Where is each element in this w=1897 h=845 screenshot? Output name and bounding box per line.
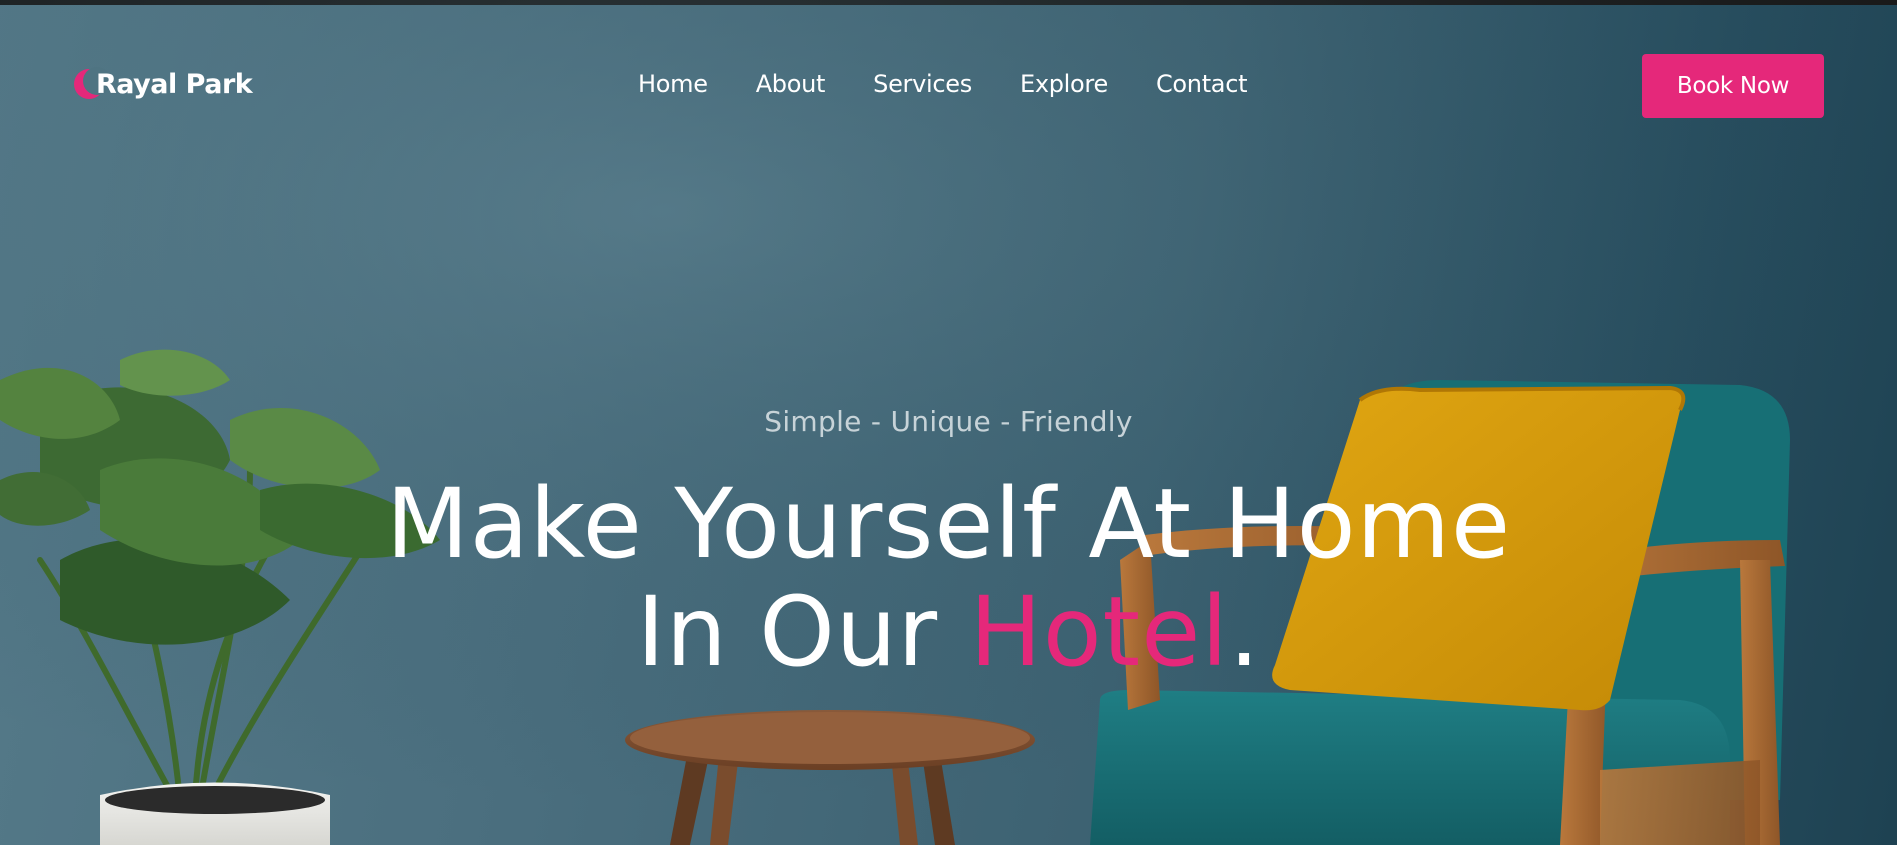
headline-line-1: Make Yourself At Home xyxy=(385,468,1512,580)
hero-headline: Make Yourself At Home In Our Hotel. xyxy=(0,470,1897,686)
hero-section: Rayal Park Home About Services Explore C… xyxy=(0,0,1897,845)
nav-link-about[interactable]: About xyxy=(756,70,826,98)
headline-line-2-prefix: In Our xyxy=(636,576,970,688)
brand-logo[interactable]: Rayal Park xyxy=(74,64,253,104)
brand-name: Rayal Park xyxy=(96,68,253,100)
nav-link-explore[interactable]: Explore xyxy=(1020,70,1108,98)
book-now-button[interactable]: Book Now xyxy=(1642,54,1824,118)
nav-link-services[interactable]: Services xyxy=(873,70,972,98)
headline-highlight: Hotel xyxy=(969,576,1229,688)
headline-line-2: In Our Hotel. xyxy=(0,578,1897,686)
navbar: Rayal Park Home About Services Explore C… xyxy=(0,0,1897,150)
hero-content: Simple - Unique - Friendly Make Yourself… xyxy=(0,405,1897,686)
main-nav: Home About Services Explore Contact xyxy=(638,70,1248,98)
headline-suffix: . xyxy=(1228,576,1261,688)
nav-link-home[interactable]: Home xyxy=(638,70,708,98)
hero-tagline: Simple - Unique - Friendly xyxy=(764,405,1133,438)
nav-link-contact[interactable]: Contact xyxy=(1156,70,1248,98)
